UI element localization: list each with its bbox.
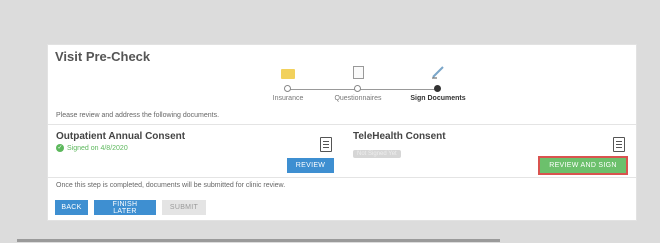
not-signed-badge: Not Signed Yet [353,150,401,158]
divider [48,124,636,125]
document-telehealth-consent: TeleHealth Consent Not Signed Yet [353,131,446,160]
document-outpatient-consent: Outpatient Annual Consent ✓ Signed on 4/… [56,131,185,152]
review-button[interactable]: REVIEW [287,158,334,173]
document-icon [320,137,332,152]
document-name: TeleHealth Consent [353,131,446,142]
document-icon [613,137,625,152]
signed-status-text: Signed on 4/8/2020 [67,144,128,152]
back-button[interactable]: BACK [55,200,88,215]
instructions-text: Please review and address the following … [56,112,220,119]
page-title: Visit Pre-Check [55,49,151,64]
signed-status: ✓ Signed on 4/8/2020 [56,144,185,152]
check-circle-icon: ✓ [56,144,64,152]
horizontal-scrollbar[interactable] [17,239,500,242]
document-name: Outpatient Annual Consent [56,131,186,142]
visit-precheck-card: Visit Pre-Check Insurance Questionnaires… [47,44,637,221]
finish-later-button[interactable]: FINISH LATER [94,200,156,215]
pen-icon [432,66,444,79]
step-dot-questionnaires [354,85,361,92]
step-sign-documents-label: Sign Documents [410,95,466,102]
step-dot-sign-documents [434,85,441,92]
card-icon [281,69,295,79]
footer-note: Once this step is completed, documents w… [56,182,286,189]
step-sign-documents[interactable]: Sign Documents [398,63,478,102]
step-questionnaires[interactable]: Questionnaires [318,63,398,102]
divider [48,177,636,178]
review-and-sign-button[interactable]: REVIEW AND SIGN [538,156,628,175]
submit-button[interactable]: SUBMIT [162,200,206,215]
step-dot-insurance [284,85,291,92]
step-questionnaires-label: Questionnaires [334,95,382,102]
progress-stepper: Insurance Questionnaires Sign Documents [248,63,468,108]
clipboard-icon [352,66,364,79]
step-insurance-label: Insurance [272,95,304,102]
step-insurance[interactable]: Insurance [248,63,328,102]
